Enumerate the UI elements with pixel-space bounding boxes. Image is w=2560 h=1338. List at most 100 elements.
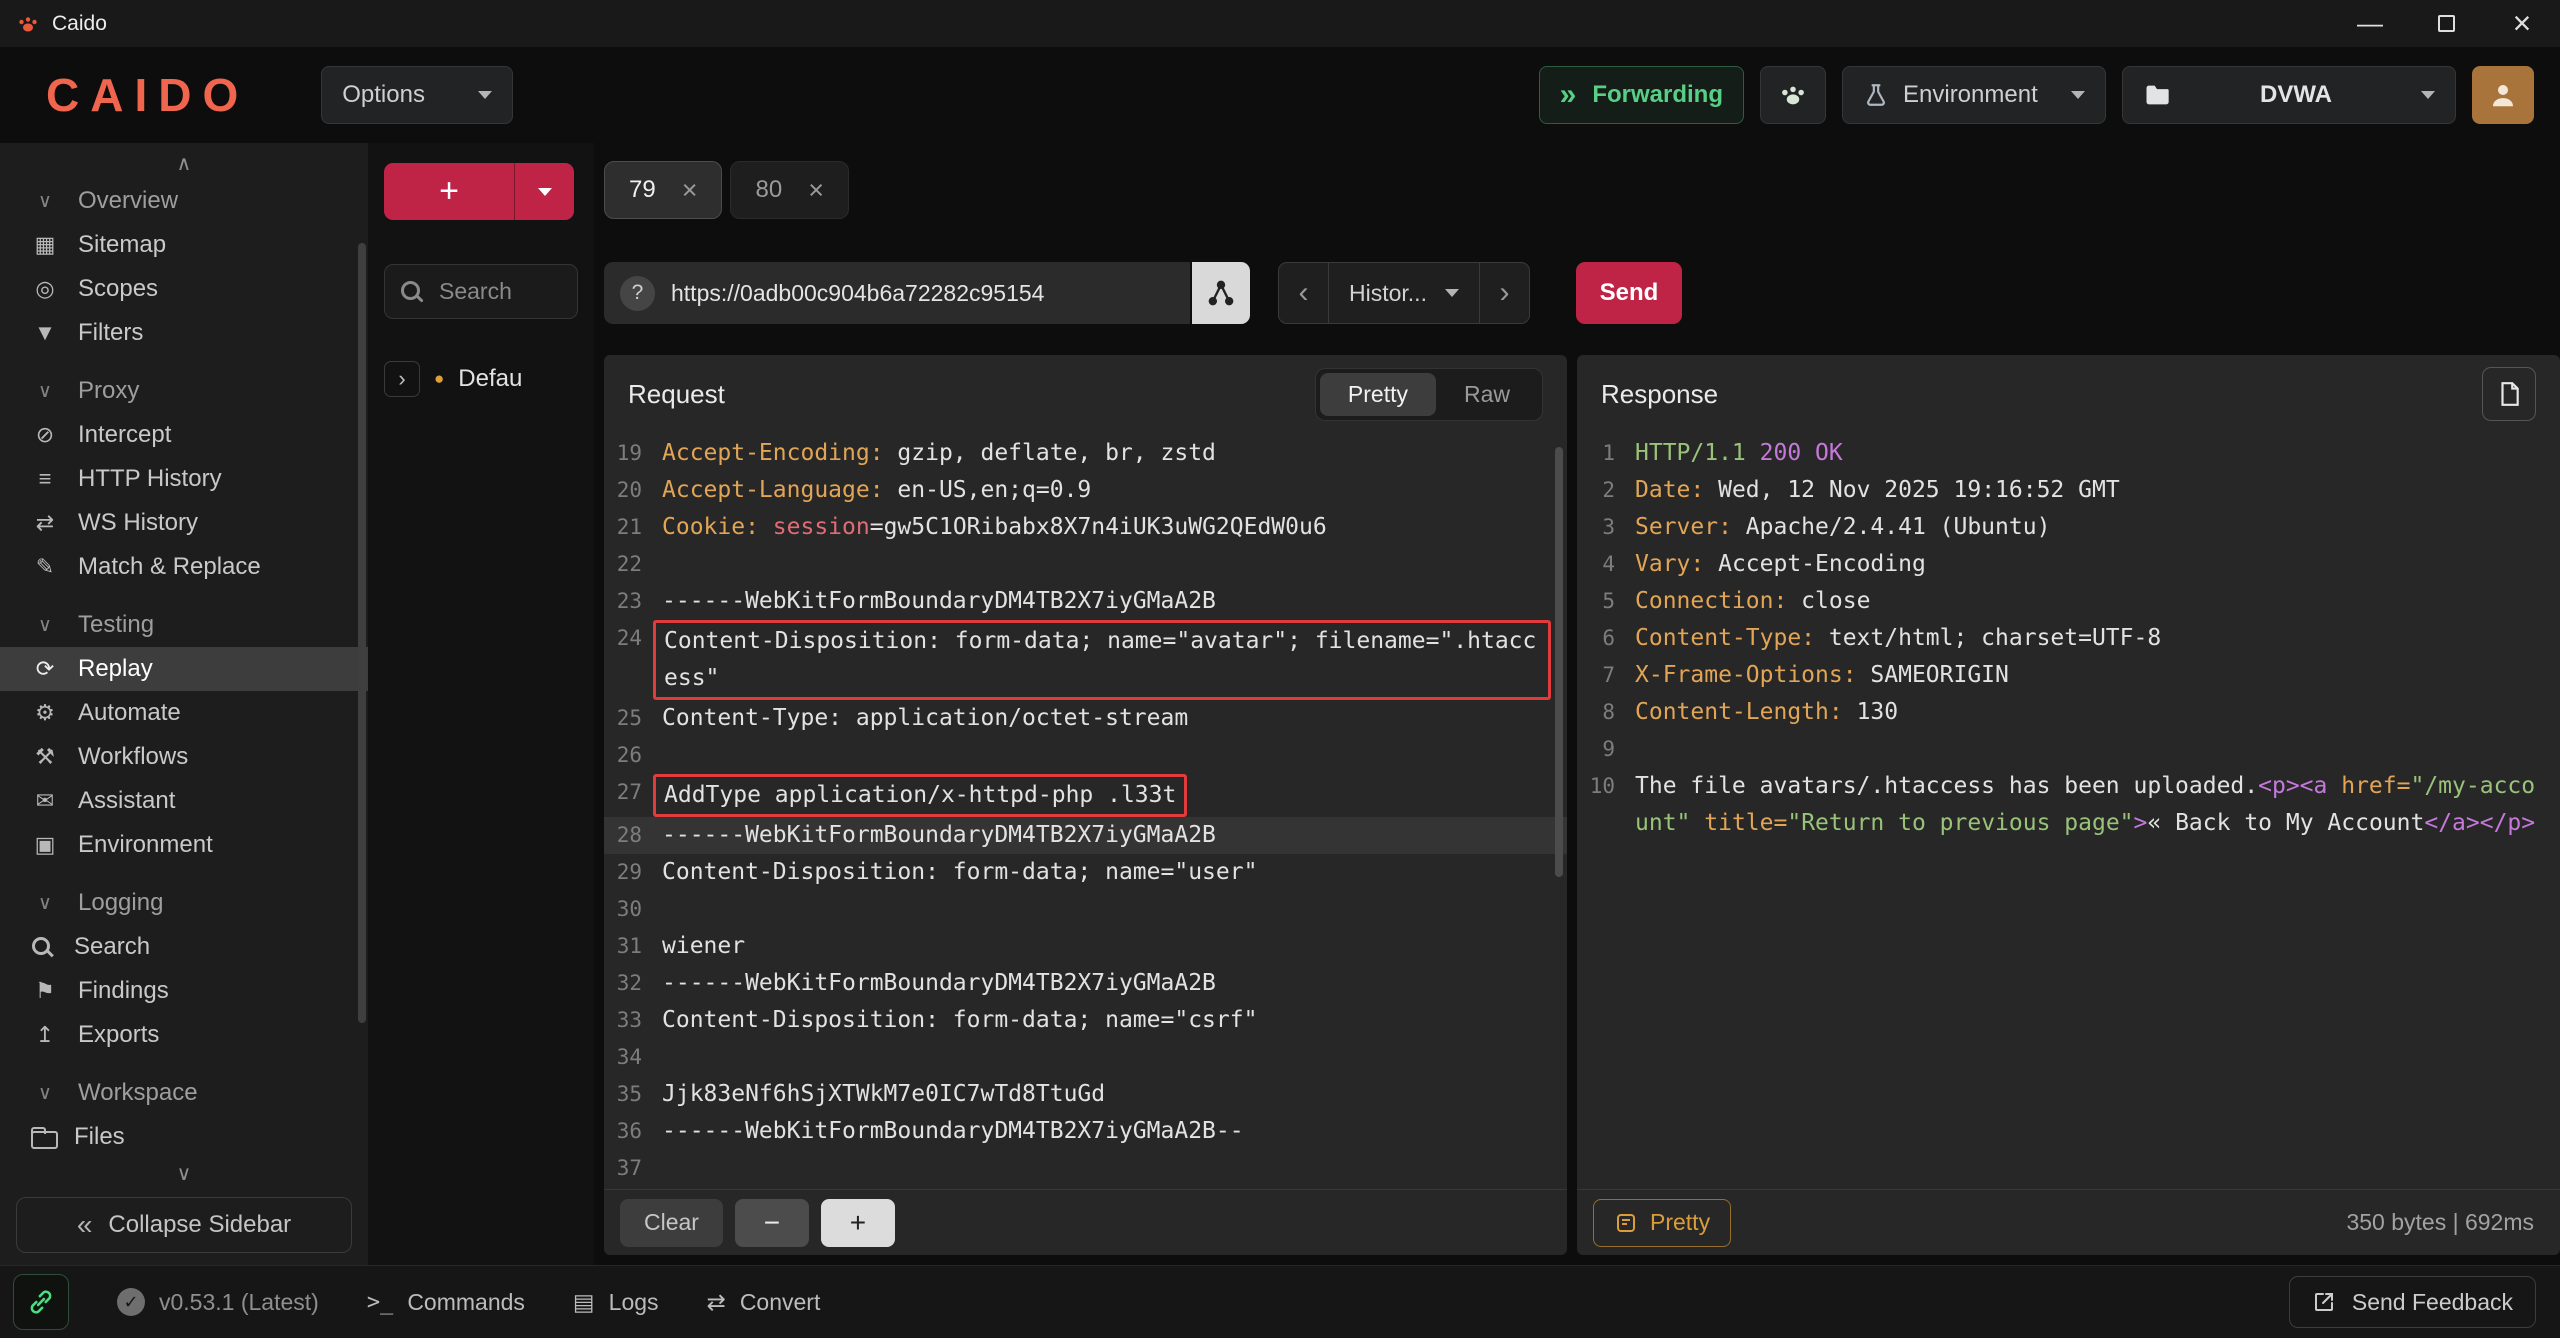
sidebar-item-files[interactable]: Files <box>0 1115 368 1157</box>
history-forward-button[interactable]: › <box>1480 262 1530 324</box>
sidebar-item-intercept[interactable]: ⊘Intercept <box>0 413 368 457</box>
response-pretty-button[interactable]: Pretty <box>1593 1199 1731 1247</box>
add-session-button[interactable]: + <box>384 163 514 220</box>
chevron-down-icon: ∨ <box>30 190 60 213</box>
line-number: 32 <box>604 965 662 1002</box>
code-line-content[interactable]: ------WebKitFormBoundaryDM4TB2X7iyGMaA2B <box>662 583 1567 620</box>
code-line-content[interactable]: Content-Disposition: form-data; name="av… <box>662 620 1567 700</box>
code-line-content[interactable]: Jjk83eNf6hSjXTWkM7e0IC7wTd8TtuGd <box>662 1076 1567 1113</box>
forwarding-button[interactable]: » Forwarding <box>1539 66 1744 124</box>
sidebar-group-overview[interactable]: ∨Overview <box>0 179 368 223</box>
session-tab-79[interactable]: 79× <box>604 161 722 219</box>
code-line-content[interactable]: Content-Length: 130 <box>1635 694 2560 731</box>
request-code[interactable]: 19Accept-Encoding: gzip, deflate, br, zs… <box>604 433 1567 1189</box>
request-pretty-tab[interactable]: Pretty <box>1320 373 1436 416</box>
code-line-content[interactable] <box>1635 731 2560 768</box>
code-line-content[interactable]: ------WebKitFormBoundaryDM4TB2X7iyGMaA2B <box>662 965 1567 1002</box>
url-row: ? https://0adb00c904b6a72282c95154 ‹ His… <box>604 261 2560 325</box>
assistant-paw-button[interactable] <box>1760 66 1826 124</box>
close-icon[interactable]: × <box>682 177 698 204</box>
code-line-content[interactable]: Cookie: session=gw5C1ORibabx8X7n4iUK3uWG… <box>662 509 1567 546</box>
code-line-content[interactable]: Content-Type: application/octet-stream <box>662 700 1567 737</box>
maximize-button[interactable] <box>2408 0 2484 47</box>
sidebar-item-workflows[interactable]: ⚒Workflows <box>0 735 368 779</box>
session-search-input[interactable]: Search <box>384 264 578 319</box>
clear-button[interactable]: Clear <box>620 1199 723 1247</box>
minimize-button[interactable]: — <box>2332 0 2408 47</box>
sidebar-group-logging[interactable]: ∨Logging <box>0 881 368 925</box>
sidebar-group-testing[interactable]: ∨Testing <box>0 603 368 647</box>
history-dropdown[interactable]: Histor... <box>1328 262 1480 324</box>
project-dropdown[interactable]: DVWA <box>2122 66 2456 124</box>
close-icon[interactable]: × <box>808 177 824 204</box>
options-dropdown[interactable]: Options <box>321 66 513 124</box>
code-line-content[interactable]: The file avatars/.htaccess has been uplo… <box>1635 768 2560 842</box>
environment-dropdown[interactable]: Environment <box>1842 66 2106 124</box>
sidebar-item-search[interactable]: Search <box>0 925 368 969</box>
sidebar-item-assistant[interactable]: ✉Assistant <box>0 779 368 823</box>
sidebar-item-scopes[interactable]: ◎Scopes <box>0 267 368 311</box>
sidebar-item-ws-history[interactable]: ⇄WS History <box>0 501 368 545</box>
code-line-content[interactable]: Accept-Encoding: gzip, deflate, br, zstd <box>662 435 1567 472</box>
code-line-content[interactable]: AddType application/x-httpd-php .l33t <box>662 774 1567 817</box>
sidebar-item-replay[interactable]: ⟳Replay <box>0 647 368 691</box>
code-line-content[interactable] <box>662 546 1567 583</box>
convert-button[interactable]: ⇄ Convert <box>707 1289 821 1316</box>
response-code[interactable]: 1HTTP/1.1 200 OK2Date: Wed, 12 Nov 2025 … <box>1577 433 2560 1189</box>
chevron-down-icon <box>1445 289 1459 297</box>
sidebar-scroll-down[interactable]: ∨ <box>0 1157 368 1189</box>
session-tab-80[interactable]: 80× <box>730 161 848 219</box>
code-line-content[interactable]: HTTP/1.1 200 OK <box>1635 435 2560 472</box>
code-line-content[interactable]: Content-Disposition: form-data; name="us… <box>662 854 1567 891</box>
connection-status-button[interactable] <box>13 1274 69 1330</box>
close-button[interactable]: × <box>2484 0 2560 47</box>
code-line-content[interactable]: Server: Apache/2.4.41 (Ubuntu) <box>1635 509 2560 546</box>
code-line-content[interactable]: Date: Wed, 12 Nov 2025 19:16:52 GMT <box>1635 472 2560 509</box>
account-button[interactable] <box>2472 66 2534 124</box>
copy-response-button[interactable] <box>2482 367 2536 421</box>
add-session-dropdown[interactable] <box>514 163 574 220</box>
code-line-content[interactable] <box>662 737 1567 774</box>
code-line-content[interactable]: Accept-Language: en-US,en;q=0.9 <box>662 472 1567 509</box>
code-line-content[interactable]: Content-Disposition: form-data; name="cs… <box>662 1002 1567 1039</box>
decrease-button[interactable]: − <box>735 1199 809 1247</box>
code-line-content[interactable] <box>662 1039 1567 1076</box>
sidebar-item-http-history[interactable]: ≡HTTP History <box>0 457 368 501</box>
session-collection-row[interactable]: › ● Defau <box>384 361 578 397</box>
code-line-content[interactable]: wiener <box>662 928 1567 965</box>
url-input[interactable]: ? https://0adb00c904b6a72282c95154 <box>604 262 1190 324</box>
sidebar-item-environment[interactable]: ▣Environment <box>0 823 368 867</box>
sidebar-scroll-up[interactable]: ∧ <box>0 147 368 179</box>
sidebar-item-exports[interactable]: ↥Exports <box>0 1013 368 1057</box>
minus-icon: − <box>764 1207 780 1239</box>
send-button[interactable]: Send <box>1576 262 1682 324</box>
commands-button[interactable]: >_ Commands <box>367 1289 525 1316</box>
code-line-content[interactable]: ------WebKitFormBoundaryDM4TB2X7iyGMaA2B… <box>662 1113 1567 1150</box>
request-scrollbar[interactable] <box>1555 447 1563 877</box>
connection-settings-button[interactable] <box>1192 262 1250 324</box>
code-line-content[interactable]: Connection: close <box>1635 583 2560 620</box>
sidebar-item-filters[interactable]: ▼Filters <box>0 311 368 355</box>
sidebar-scrollbar[interactable] <box>358 243 366 1023</box>
help-icon[interactable]: ? <box>620 276 655 311</box>
code-line-content[interactable] <box>662 891 1567 928</box>
sidebar-item-match-replace[interactable]: ✎Match & Replace <box>0 545 368 589</box>
line-number: 30 <box>604 891 662 928</box>
send-feedback-button[interactable]: Send Feedback <box>2289 1276 2536 1328</box>
collapse-sidebar-button[interactable]: « Collapse Sidebar <box>16 1197 352 1253</box>
sidebar-item-findings[interactable]: ⚑Findings <box>0 969 368 1013</box>
history-back-button[interactable]: ‹ <box>1278 262 1328 324</box>
code-line-content[interactable] <box>662 1150 1567 1187</box>
expand-collection-button[interactable]: › <box>384 361 420 397</box>
sidebar-item-automate[interactable]: ⚙Automate <box>0 691 368 735</box>
request-raw-tab[interactable]: Raw <box>1436 373 1538 416</box>
code-line-content[interactable]: Vary: Accept-Encoding <box>1635 546 2560 583</box>
increase-button[interactable]: + <box>821 1199 895 1247</box>
sidebar-item-sitemap[interactable]: ▦Sitemap <box>0 223 368 267</box>
sidebar-group-proxy[interactable]: ∨Proxy <box>0 369 368 413</box>
code-line-content[interactable]: ------WebKitFormBoundaryDM4TB2X7iyGMaA2B <box>662 817 1567 854</box>
code-line-content[interactable]: X-Frame-Options: SAMEORIGIN <box>1635 657 2560 694</box>
sidebar-group-workspace[interactable]: ∨Workspace <box>0 1071 368 1115</box>
code-line-content[interactable]: Content-Type: text/html; charset=UTF-8 <box>1635 620 2560 657</box>
logs-button[interactable]: ▤ Logs <box>573 1289 659 1316</box>
